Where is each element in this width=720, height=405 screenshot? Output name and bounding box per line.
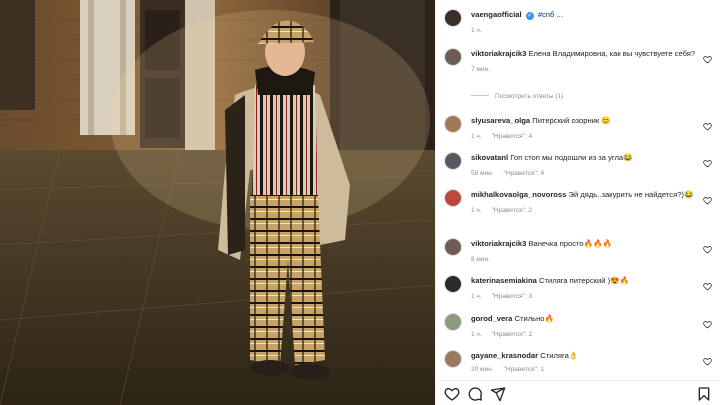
post-time: 1 ч. — [471, 26, 482, 34]
avatar[interactable] — [444, 313, 462, 331]
comment-text: Питерский озорник 😊 — [532, 116, 611, 125]
comment-likes[interactable]: "Нравится": 2 — [492, 207, 533, 214]
comment-username[interactable]: viktoriakrajcik3 — [471, 49, 526, 58]
comment-text: Стиляга👌 — [540, 351, 579, 360]
heart-icon[interactable] — [703, 192, 712, 205]
avatar[interactable] — [444, 115, 462, 133]
comment-text: Стиляга питерский )😍🔥 — [538, 276, 630, 285]
avatar[interactable] — [444, 152, 462, 170]
comment-time: 1 ч. — [471, 292, 482, 300]
post-username[interactable]: vaengaofficial — [471, 10, 522, 19]
comment-likes[interactable]: "Нравится": 2 — [492, 331, 533, 338]
post-caption-text[interactable]: #спб ... — [538, 10, 563, 19]
comment-time: 8 мин. — [471, 255, 490, 263]
avatar[interactable] — [444, 238, 462, 256]
verified-icon: ✓ — [525, 12, 534, 20]
photo-illustration — [0, 0, 435, 405]
heart-icon[interactable] — [703, 316, 712, 329]
avatar[interactable] — [444, 189, 462, 207]
comment-time: 1 ч. — [471, 206, 482, 214]
comment-username[interactable]: gayane_krasnodar — [471, 351, 538, 360]
comment-time: 1 ч. — [471, 330, 482, 338]
comment-likes[interactable]: "Нравится": 1 — [504, 366, 545, 373]
bookmark-icon[interactable] — [696, 386, 712, 402]
comment-text: Елена Владимировна, как вы чувствуете се… — [528, 49, 696, 58]
heart-icon[interactable] — [703, 353, 712, 366]
comment-text: Гоп стоп мы подошли из за угла😂 — [510, 153, 633, 162]
view-replies-label: Посмотреть ответы (1) — [495, 93, 564, 100]
comment-text: Ванечка просто🔥🔥🔥 — [528, 239, 613, 248]
comment-likes[interactable]: "Нравится": 4 — [504, 170, 545, 177]
comment-time: 1 ч. — [471, 132, 482, 140]
comment-username[interactable]: slyusareva_olga — [471, 116, 530, 125]
post-photo — [0, 0, 435, 405]
comment-username[interactable]: sikovatanl — [471, 153, 508, 162]
heart-icon[interactable] — [703, 155, 712, 168]
comment-icon[interactable] — [467, 386, 483, 402]
view-replies-link[interactable]: Посмотреть ответы (1) — [471, 93, 563, 100]
comment-text: Стильно🔥 — [514, 314, 554, 323]
comment-username[interactable]: mikhalkovaolga_novoross — [471, 190, 566, 199]
comments-panel: vaengaofficial ✓ #спб ... 1 ч. viktoriak… — [435, 0, 720, 405]
comment-time: 58 мин. — [471, 169, 494, 177]
avatar[interactable] — [444, 9, 462, 27]
comment-text: Эй дядь..закурить не найдется?)😂 — [568, 190, 694, 199]
comment-username[interactable]: katerinasemiakina — [471, 276, 537, 285]
divider-line — [471, 95, 489, 96]
comment-username[interactable]: viktoriakrajcik3 — [471, 239, 526, 248]
comment-time: 20 мин. — [471, 365, 494, 373]
avatar[interactable] — [444, 350, 462, 368]
heart-icon[interactable] — [703, 118, 712, 131]
comment-time: 7 мин. — [471, 65, 490, 73]
avatar[interactable] — [444, 48, 462, 66]
heart-icon[interactable] — [703, 241, 712, 254]
heart-icon[interactable] — [703, 278, 712, 291]
avatar[interactable] — [444, 275, 462, 293]
heart-icon[interactable] — [703, 51, 712, 64]
comment-username[interactable]: gorod_vera — [471, 314, 512, 323]
share-icon[interactable] — [490, 386, 506, 402]
comment-likes[interactable]: "Нравится": 3 — [492, 293, 533, 300]
comment-likes[interactable]: "Нравится": 4 — [492, 133, 533, 140]
heart-icon[interactable] — [444, 386, 460, 402]
action-bar — [436, 380, 720, 405]
